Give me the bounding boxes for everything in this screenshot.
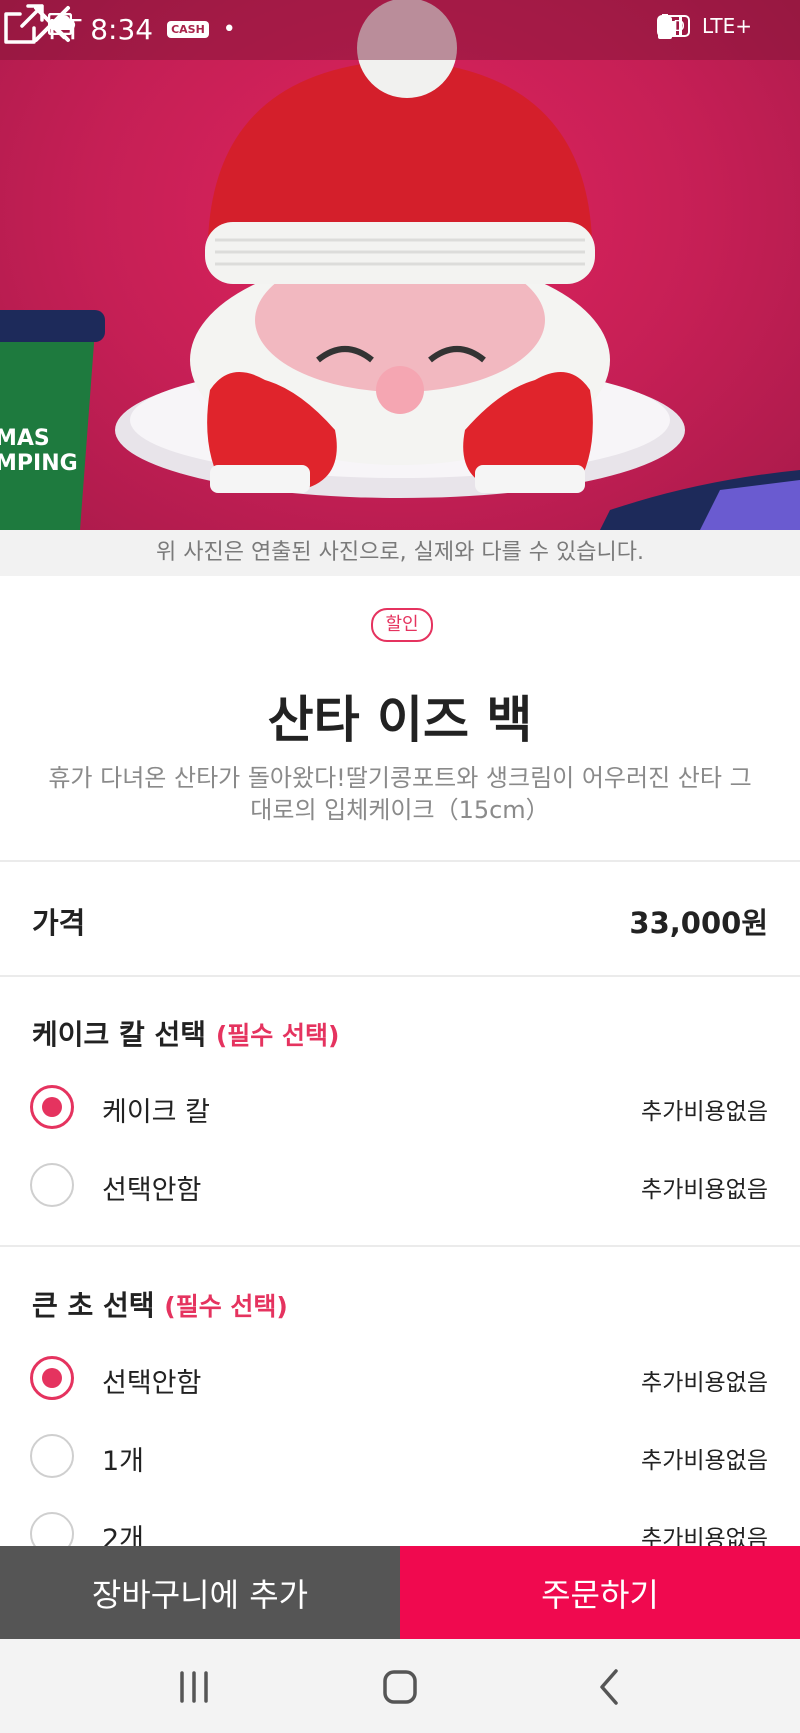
photo-disclaimer: 위 사진은 연출된 사진으로, 실제와 다를 수 있습니다. [0, 530, 800, 576]
santa-cake-illustration: MAS MPING [0, 0, 800, 530]
system-nav-bar [0, 1639, 800, 1733]
svg-text:MAS: MAS [0, 426, 50, 451]
option-candle-none[interactable]: 선택안함 추가비용없음 [0, 1341, 800, 1419]
back-icon[interactable] [586, 1663, 634, 1711]
product-title: 산타 이즈 백 [267, 691, 533, 749]
product-hero-image: MAS MPING KT 8:34 CASH • LTE+ [0, 0, 800, 530]
add-to-cart-button[interactable]: 장바구니에 추가 [0, 1546, 400, 1639]
radio-unselected[interactable] [30, 1434, 74, 1478]
coffee-cup-left: MAS MPING [0, 310, 105, 530]
divider [0, 860, 800, 862]
option-knife-yes[interactable]: 케이크 칼 추가비용없음 [0, 1070, 800, 1148]
radio-selected[interactable] [30, 1356, 74, 1400]
option-label: 1개 [102, 1446, 145, 1477]
option-label: 선택안함 [102, 1175, 202, 1206]
required-label: (필수 선택) [164, 1292, 288, 1321]
status-bar: KT 8:34 CASH • HD LTE+ [0, 0, 800, 60]
recent-apps-icon[interactable] [170, 1663, 218, 1711]
product-description: 휴가 다녀온 산타가 돌아왔다!딸기콩포트와 생크림이 어우러진 산타 그대로의… [48, 764, 752, 824]
order-button[interactable]: 주문하기 [400, 1546, 800, 1639]
discount-badge: 할인 [371, 608, 433, 642]
option-knife-none[interactable]: 선택안함 추가비용없음 [0, 1148, 800, 1226]
radio-unselected[interactable] [30, 1163, 74, 1207]
option-extra-cost: 추가비용없음 [641, 1177, 768, 1203]
option-group-title-candle: 큰 초 선택 (필수 선택) [32, 1284, 288, 1324]
option-group-name: 케이크 칼 선택 [32, 1018, 207, 1051]
radio-selected[interactable] [30, 1085, 74, 1129]
bottom-action-bar: 장바구니에 추가 주문하기 [0, 1546, 800, 1639]
required-label: (필수 선택) [215, 1021, 340, 1050]
option-group-name: 큰 초 선택 [32, 1289, 155, 1322]
share-icon[interactable] [0, 0, 48, 48]
option-candle-1[interactable]: 1개 추가비용없음 [0, 1419, 800, 1497]
divider [0, 975, 800, 977]
option-extra-cost: 추가비용없음 [641, 1370, 768, 1396]
svg-text:MPING: MPING [0, 451, 78, 476]
option-extra-cost: 추가비용없음 [641, 1099, 768, 1125]
option-group-title-knife: 케이크 칼 선택 (필수 선택) [32, 1013, 339, 1053]
battery-icon [658, 14, 673, 39]
option-label: 선택안함 [102, 1368, 202, 1399]
nose [376, 366, 424, 414]
option-extra-cost: 추가비용없음 [641, 1448, 768, 1474]
option-label: 케이크 칼 [102, 1097, 210, 1128]
price-label: 가격 [32, 906, 86, 940]
notification-dot: • [222, 17, 236, 42]
divider [0, 1245, 800, 1247]
home-icon[interactable] [376, 1663, 424, 1711]
price-value: 33,000원 [629, 906, 768, 940]
cash-icon: CASH [167, 21, 209, 38]
lte-icon: LTE+ [702, 14, 752, 38]
